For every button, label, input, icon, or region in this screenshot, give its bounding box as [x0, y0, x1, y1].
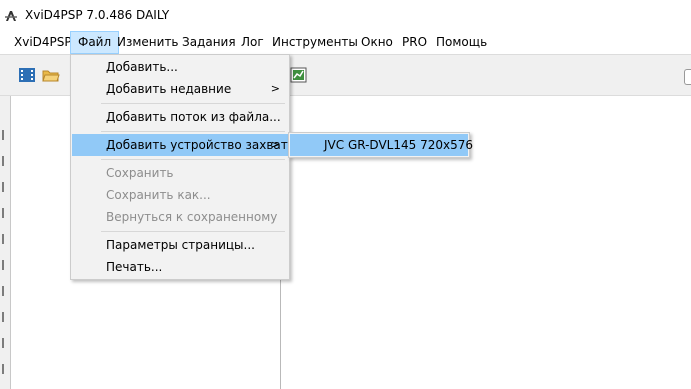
window-title: XviD4PSP 7.0.486 DAILY — [25, 8, 170, 22]
title-bar: XviD4PSP 7.0.486 DAILY — [0, 0, 691, 31]
menu-item-add[interactable]: Добавить... — [72, 56, 288, 78]
menu-bar: XviD4PSP Файл Изменить Задания Лог Инстр… — [0, 31, 691, 54]
submenu-item-label: JVC GR-DVL145 720x576 — [324, 138, 473, 152]
file-menu-dropdown: Добавить... Добавить недавние > Добавить… — [70, 54, 295, 280]
menu-item-label: Сохранить — [106, 166, 174, 180]
menu-item-add-recent[interactable]: Добавить недавние > — [72, 78, 288, 100]
menu-item-save[interactable]: Сохранить — [72, 162, 288, 184]
menu-separator — [101, 131, 285, 132]
left-strip-mark — [2, 182, 9, 192]
menu-xvid4psp[interactable]: XviD4PSP — [7, 31, 79, 54]
capture-device-submenu: JVC GR-DVL145 720x576 — [288, 132, 473, 158]
menu-item-label: Параметры страницы... — [106, 238, 255, 252]
menu-item-label: Добавить... — [106, 60, 178, 74]
menu-window[interactable]: Окно — [354, 31, 400, 54]
menu-separator — [101, 231, 285, 232]
left-strip-mark — [2, 286, 9, 296]
left-strip-mark — [2, 130, 9, 140]
left-strip-mark — [2, 208, 9, 218]
left-strip-mark — [2, 156, 9, 166]
submenu-arrow-icon: > — [270, 138, 280, 151]
submenu-item-capture-device[interactable]: JVC GR-DVL145 720x576 — [290, 134, 473, 156]
menu-item-label: Добавить устройство захвата — [106, 138, 296, 152]
left-strip-mark — [2, 234, 9, 244]
left-strip-mark — [2, 312, 9, 322]
menu-item-print[interactable]: Печать... — [72, 256, 288, 278]
menu-item-revert[interactable]: Вернуться к сохраненному — [72, 206, 288, 228]
menu-tasks[interactable]: Задания — [175, 31, 243, 54]
menu-item-label: Добавить недавние — [106, 82, 232, 96]
menu-item-label: Добавить поток из файла... — [106, 110, 281, 124]
menu-help[interactable]: Помощь — [429, 31, 494, 54]
menu-tools[interactable]: Инструменты — [265, 31, 365, 54]
menu-separator — [101, 159, 285, 160]
menu-item-label: Сохранить как... — [106, 188, 211, 202]
chart-icon[interactable] — [290, 67, 308, 83]
menu-item-page-setup[interactable]: Параметры страницы... — [72, 234, 288, 256]
left-strip-mark — [2, 364, 9, 374]
left-strip-mark — [2, 338, 9, 348]
left-strip-mark — [2, 260, 9, 270]
menu-item-add-capture-device[interactable]: Добавить устройство захвата > — [72, 134, 295, 156]
menu-item-add-stream[interactable]: Добавить поток из файла... — [72, 106, 288, 128]
menu-item-save-as[interactable]: Сохранить как... — [72, 184, 288, 206]
left-panel — [0, 96, 11, 389]
app-logo-icon — [5, 11, 17, 21]
menu-item-label: Печать... — [106, 260, 163, 274]
menu-item-label: Вернуться к сохраненному — [106, 210, 278, 224]
toolbar-overflow-handle[interactable] — [684, 69, 691, 85]
menu-separator — [101, 103, 285, 104]
film-icon[interactable] — [18, 67, 36, 83]
folder-open-icon[interactable] — [42, 67, 60, 83]
submenu-arrow-icon: > — [270, 82, 280, 95]
